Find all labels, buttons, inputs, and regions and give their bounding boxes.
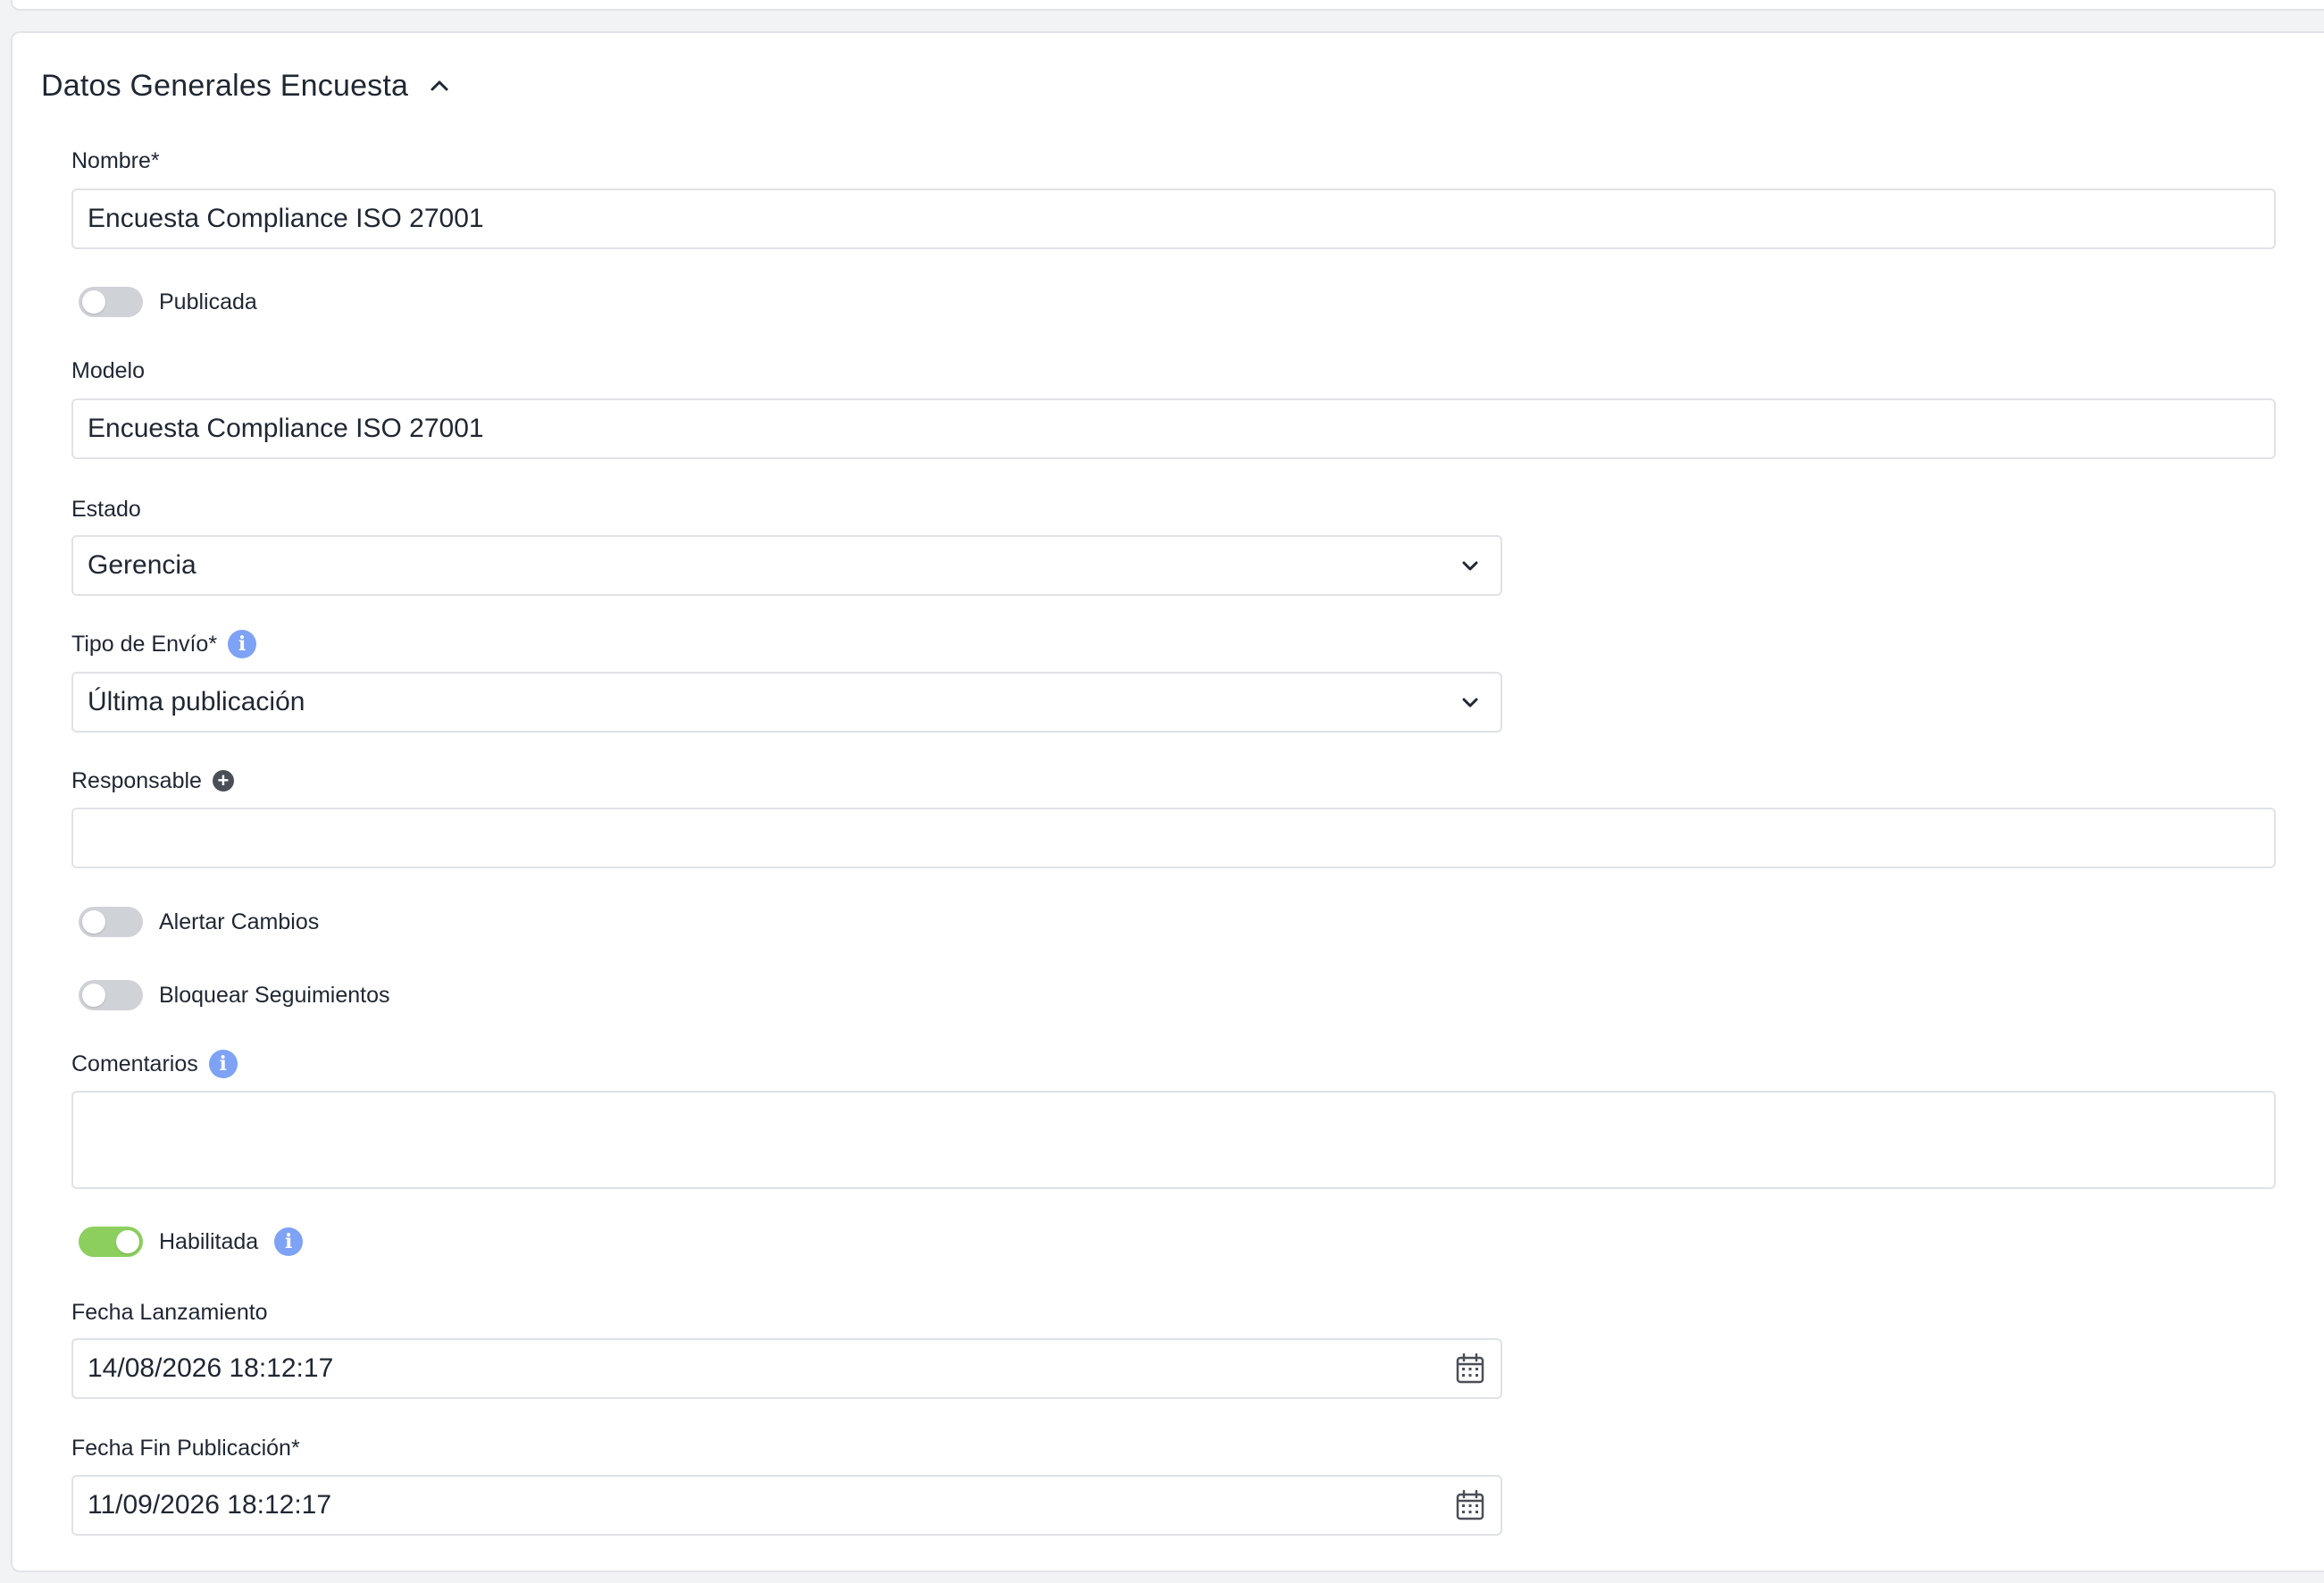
alertar-cambios-label: Alertar Cambios: [159, 909, 320, 934]
toggle-knob: [82, 984, 105, 1007]
chevron-down-icon[interactable]: [1450, 546, 1490, 585]
info-icon[interactable]: i: [208, 1050, 238, 1078]
section-header[interactable]: Datos Generales Encuesta: [41, 66, 449, 105]
fecha-fin-publicacion-label: Fecha Fin Publicación*: [71, 1433, 300, 1463]
info-icon[interactable]: i: [228, 630, 257, 658]
fecha-lanzamiento-label: Fecha Lanzamiento: [71, 1297, 268, 1328]
publicada-row: Publicada: [79, 284, 257, 320]
comentarios-label: Comentarios i: [71, 1049, 238, 1079]
calendar-icon[interactable]: [1450, 1486, 1490, 1525]
habilitada-row: Habilitada i: [79, 1224, 304, 1260]
estado-label-text: Estado: [71, 496, 141, 522]
publicada-label: Publicada: [159, 289, 257, 314]
estado-label: Estado: [71, 494, 141, 524]
chevron-down-icon[interactable]: [1450, 683, 1490, 722]
previous-card: [11, 0, 2324, 11]
nombre-label-text: Nombre*: [71, 147, 160, 173]
fecha-lanzamiento-label-text: Fecha Lanzamiento: [71, 1299, 268, 1325]
tipo-envio-select[interactable]: Última publicación: [71, 672, 1502, 733]
responsable-field[interactable]: [71, 808, 2276, 868]
habilitada-toggle[interactable]: [79, 1227, 143, 1257]
fecha-lanzamiento-value: 14/08/2026 18:12:17: [88, 1353, 334, 1383]
bloquear-seguimientos-label: Bloquear Seguimientos: [159, 982, 390, 1008]
fecha-fin-publicacion-label-text: Fecha Fin Publicación*: [71, 1435, 300, 1461]
alertar-cambios-toggle[interactable]: [79, 907, 143, 937]
modelo-value: Encuesta Compliance ISO 27001: [88, 414, 484, 443]
toggle-knob: [82, 290, 105, 314]
estado-select[interactable]: Gerencia: [71, 535, 1502, 596]
fecha-lanzamiento-field[interactable]: 14/08/2026 18:12:17: [71, 1338, 1502, 1399]
modelo-label-text: Modelo: [71, 357, 145, 383]
bloquear-seguimientos-row: Bloquear Seguimientos: [79, 977, 390, 1013]
comentarios-textarea[interactable]: [71, 1091, 2276, 1189]
tipo-envio-label: Tipo de Envío* i: [71, 629, 257, 659]
info-icon[interactable]: i: [274, 1227, 304, 1256]
nombre-value: Encuesta Compliance ISO 27001: [88, 204, 484, 233]
nombre-field[interactable]: Encuesta Compliance ISO 27001: [71, 188, 2276, 249]
section-title: Datos Generales Encuesta: [41, 68, 409, 103]
plus-circle-icon[interactable]: +: [212, 770, 234, 792]
tipo-envio-label-text: Tipo de Envío*: [71, 631, 218, 657]
toggle-knob: [116, 1230, 139, 1253]
chevron-up-icon[interactable]: [430, 80, 449, 92]
calendar-icon[interactable]: [1450, 1349, 1490, 1388]
responsable-label-text: Responsable: [71, 767, 202, 793]
publicada-toggle[interactable]: [79, 287, 143, 317]
estado-selected-value: Gerencia: [88, 550, 196, 580]
fecha-fin-publicacion-field[interactable]: 11/09/2026 18:12:17: [71, 1475, 1502, 1536]
comentarios-label-text: Comentarios: [71, 1051, 198, 1076]
nombre-label: Nombre*: [71, 146, 160, 176]
toggle-knob: [82, 910, 105, 934]
alertar-cambios-row: Alertar Cambios: [79, 904, 319, 940]
fecha-fin-publicacion-value: 11/09/2026 18:12:17: [88, 1490, 332, 1520]
bloquear-seguimientos-toggle[interactable]: [79, 980, 143, 1010]
tipo-envio-selected-value: Última publicación: [88, 687, 305, 716]
habilitada-label: Habilitada: [159, 1228, 259, 1254]
modelo-label: Modelo: [71, 356, 145, 386]
responsable-label: Responsable +: [71, 766, 234, 796]
modelo-field[interactable]: Encuesta Compliance ISO 27001: [71, 398, 2276, 459]
